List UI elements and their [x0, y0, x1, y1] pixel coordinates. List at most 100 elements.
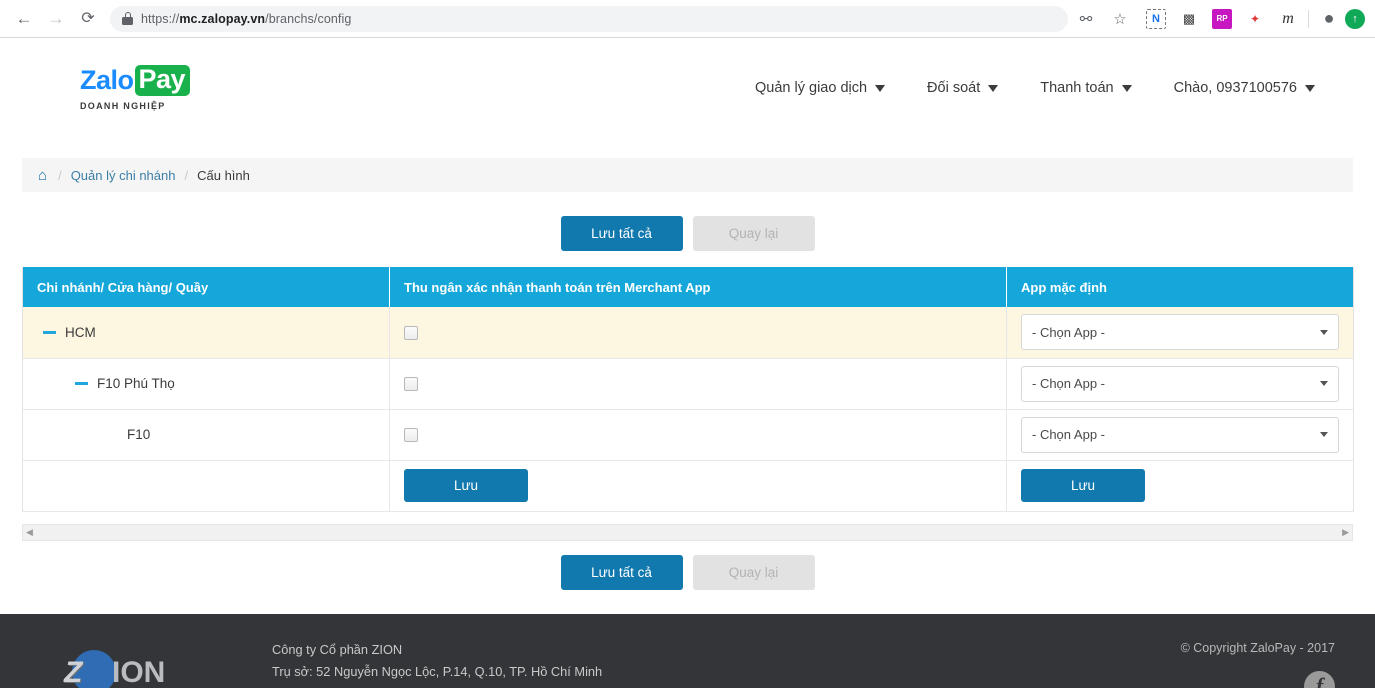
colorpick-extension-icon[interactable]: ✦ — [1245, 9, 1265, 29]
table-action-row: Lưu Lưu — [22, 460, 1354, 512]
default-app-select[interactable]: - Chọn App - — [1021, 416, 1339, 453]
save-all-button-top[interactable]: Lưu tất cả — [560, 216, 683, 251]
cell-default-app: - Chọn App - — [1006, 358, 1354, 410]
breadcrumb-separator: / — [58, 167, 62, 183]
breadcrumb-current-config: Cấu hình — [197, 167, 250, 183]
reload-icon[interactable]: ⟳ — [74, 5, 102, 33]
cell-default-app: - Chọn App - — [1006, 307, 1354, 359]
branch-config-table: Chi nhánh/ Cửa hàng/ Quầy Thu ngân xác n… — [22, 267, 1354, 512]
extension-icons: N ▩ RP ✦ m — [1146, 8, 1298, 29]
logo-pay-text: Pay — [134, 65, 191, 96]
notion-extension-icon[interactable]: N — [1146, 8, 1166, 29]
url-domain: mc.zalopay.vn — [179, 11, 266, 26]
tree-node-hcm: HCM — [37, 325, 375, 340]
omnibox-actions: ⚯ ☆ — [1076, 9, 1130, 29]
footer-company-name: Công ty Cổ phần ZION — [272, 641, 403, 657]
logo-wordmark: Zalo Pay — [80, 65, 220, 96]
go-back-button-bottom: Quay lại — [692, 554, 815, 590]
m-extension-icon[interactable]: m — [1278, 9, 1298, 29]
save-button-app-column[interactable]: Lưu — [1021, 469, 1145, 502]
chevron-down-icon — [1121, 84, 1132, 92]
site-header: Zalo Pay DOANH NGHIỆP Quản lý giao dịch … — [0, 38, 1375, 138]
zalopay-logo[interactable]: Zalo Pay DOANH NGHIỆP — [80, 65, 220, 111]
cell-empty — [22, 460, 390, 512]
nav-item-user-account[interactable]: Chào, 0937100576 — [1174, 80, 1315, 96]
logo-subtitle: DOANH NGHIỆP — [80, 101, 166, 111]
facebook-icon[interactable]: f — [1304, 671, 1335, 688]
profile-avatar-icon[interactable]: ● — [1319, 8, 1339, 29]
nav-label: Thanh toán — [1040, 80, 1114, 96]
zion-logo: Z ION — [40, 649, 210, 688]
browser-nav-buttons: ← → ⟳ — [10, 5, 102, 33]
cell-branch-name: F10 — [22, 409, 390, 461]
table-row: F10 - Chọn App - — [22, 409, 1354, 461]
table-row: HCM - Chọn App - — [22, 307, 1354, 359]
branch-name-label: HCM — [65, 324, 96, 340]
default-app-select-value: - Chọn App - — [1032, 324, 1105, 340]
cell-save-cashier-column: Lưu — [389, 460, 1007, 512]
cashier-confirm-checkbox[interactable] — [404, 377, 418, 392]
collapse-minus-icon[interactable] — [75, 382, 88, 385]
default-app-select[interactable]: - Chọn App - — [1021, 314, 1339, 351]
chevron-down-icon — [1320, 329, 1328, 335]
toolbar-divider — [1308, 9, 1309, 28]
rp-extension-icon[interactable]: RP — [1212, 8, 1232, 29]
url-text: https://mc.zalopay.vn/branchs/config — [141, 12, 351, 26]
cell-branch-name: F10 Phú Thọ — [22, 358, 390, 410]
branch-name-label: F10 — [127, 427, 151, 442]
lock-icon — [122, 12, 133, 25]
cell-branch-name: HCM — [22, 307, 390, 359]
cell-save-app-column: Lưu — [1006, 460, 1354, 512]
chevron-down-icon — [1305, 84, 1315, 92]
footer-right-block: © Copyright ZaloPay - 2017 f — [1181, 641, 1345, 688]
table-body: HCM - Chọn App - F10 Phú Thọ - Chọn App … — [22, 307, 1354, 512]
cashier-confirm-checkbox[interactable] — [404, 325, 418, 340]
browser-toolbar: ← → ⟳ https://mc.zalopay.vn/branchs/conf… — [0, 0, 1375, 38]
breadcrumb: ⌂ / Quản lý chi nhánh / Cấu hình — [22, 158, 1353, 192]
table-header-row: Chi nhánh/ Cửa hàng/ Quầy Thu ngân xác n… — [22, 267, 1354, 307]
home-icon[interactable]: ⌂ — [38, 168, 47, 183]
default-app-select[interactable]: - Chọn App - — [1021, 365, 1339, 402]
default-app-select-value: - Chọn App - — [1032, 376, 1105, 391]
cell-default-app: - Chọn App - — [1006, 409, 1354, 461]
forward-button[interactable]: → — [42, 5, 70, 33]
nav-item-quan-ly-giao-dich[interactable]: Quản lý giao dịch — [755, 80, 886, 96]
save-all-button-bottom[interactable]: Lưu tất cả — [560, 554, 683, 590]
back-button[interactable]: ← — [10, 5, 38, 33]
copyright-text: © Copyright ZaloPay - 2017 — [1180, 641, 1335, 655]
logo-zalo-text: Zalo — [80, 65, 134, 95]
footer-address: Trụ sở: 52 Nguyễn Ngọc Lộc, P.14, Q.10, … — [272, 663, 603, 679]
cashier-confirm-checkbox[interactable] — [404, 428, 418, 443]
chevron-down-icon — [988, 84, 999, 92]
scroll-right-arrow-icon[interactable]: ▶ — [1342, 527, 1349, 537]
table-row: F10 Phú Thọ - Chọn App - — [22, 358, 1354, 410]
nav-label: Quản lý giao dịch — [755, 80, 868, 96]
breadcrumb-link-branch-management[interactable]: Quản lý chi nhánh — [71, 168, 176, 183]
scroll-left-arrow-icon[interactable]: ◀ — [26, 527, 33, 537]
nav-label: Chào, 0937100576 — [1173, 80, 1297, 96]
address-bar[interactable]: https://mc.zalopay.vn/branchs/config — [110, 5, 1068, 32]
tree-node-f10: F10 — [37, 427, 375, 442]
footer-license: Giấy phép Cung ứng dịch vụ trung gian th… — [272, 683, 930, 688]
column-header-cashier-confirm: Thu ngân xác nhận thanh toán trên Mercha… — [389, 267, 1007, 307]
cell-cashier-confirm — [389, 358, 1007, 410]
breadcrumb-separator: / — [184, 167, 189, 183]
column-header-default-app: App mặc định — [1006, 267, 1354, 307]
default-app-select-value: - Chọn App - — [1032, 427, 1105, 442]
collapse-minus-icon[interactable] — [43, 330, 56, 334]
url-path: /branchs/config — [265, 11, 352, 26]
qrcode-extension-icon[interactable]: ▩ — [1179, 9, 1199, 29]
go-back-button-top: Quay lại — [692, 216, 815, 251]
bookmark-star-icon[interactable]: ☆ — [1110, 9, 1130, 29]
nav-item-thanh-toan[interactable]: Thanh toán — [1040, 80, 1132, 96]
zion-logo-z: Z — [64, 655, 82, 688]
footer-company-info: Công ty Cổ phần ZION Trụ sở: 52 Nguyễn N… — [272, 639, 930, 688]
nav-item-doi-soat[interactable]: Đối soát — [927, 80, 999, 96]
zion-logo-ion: ION — [112, 655, 166, 688]
password-key-icon[interactable]: ⚯ — [1076, 9, 1096, 29]
save-button-cashier-column[interactable]: Lưu — [404, 469, 528, 502]
url-prefix: https:// — [141, 11, 180, 26]
horizontal-scrollbar[interactable]: ◀ ▶ — [22, 523, 1353, 541]
config-table-container: Chi nhánh/ Cửa hàng/ Quầy Thu ngân xác n… — [0, 267, 1375, 512]
update-chrome-icon[interactable]: ↑ — [1345, 8, 1365, 29]
